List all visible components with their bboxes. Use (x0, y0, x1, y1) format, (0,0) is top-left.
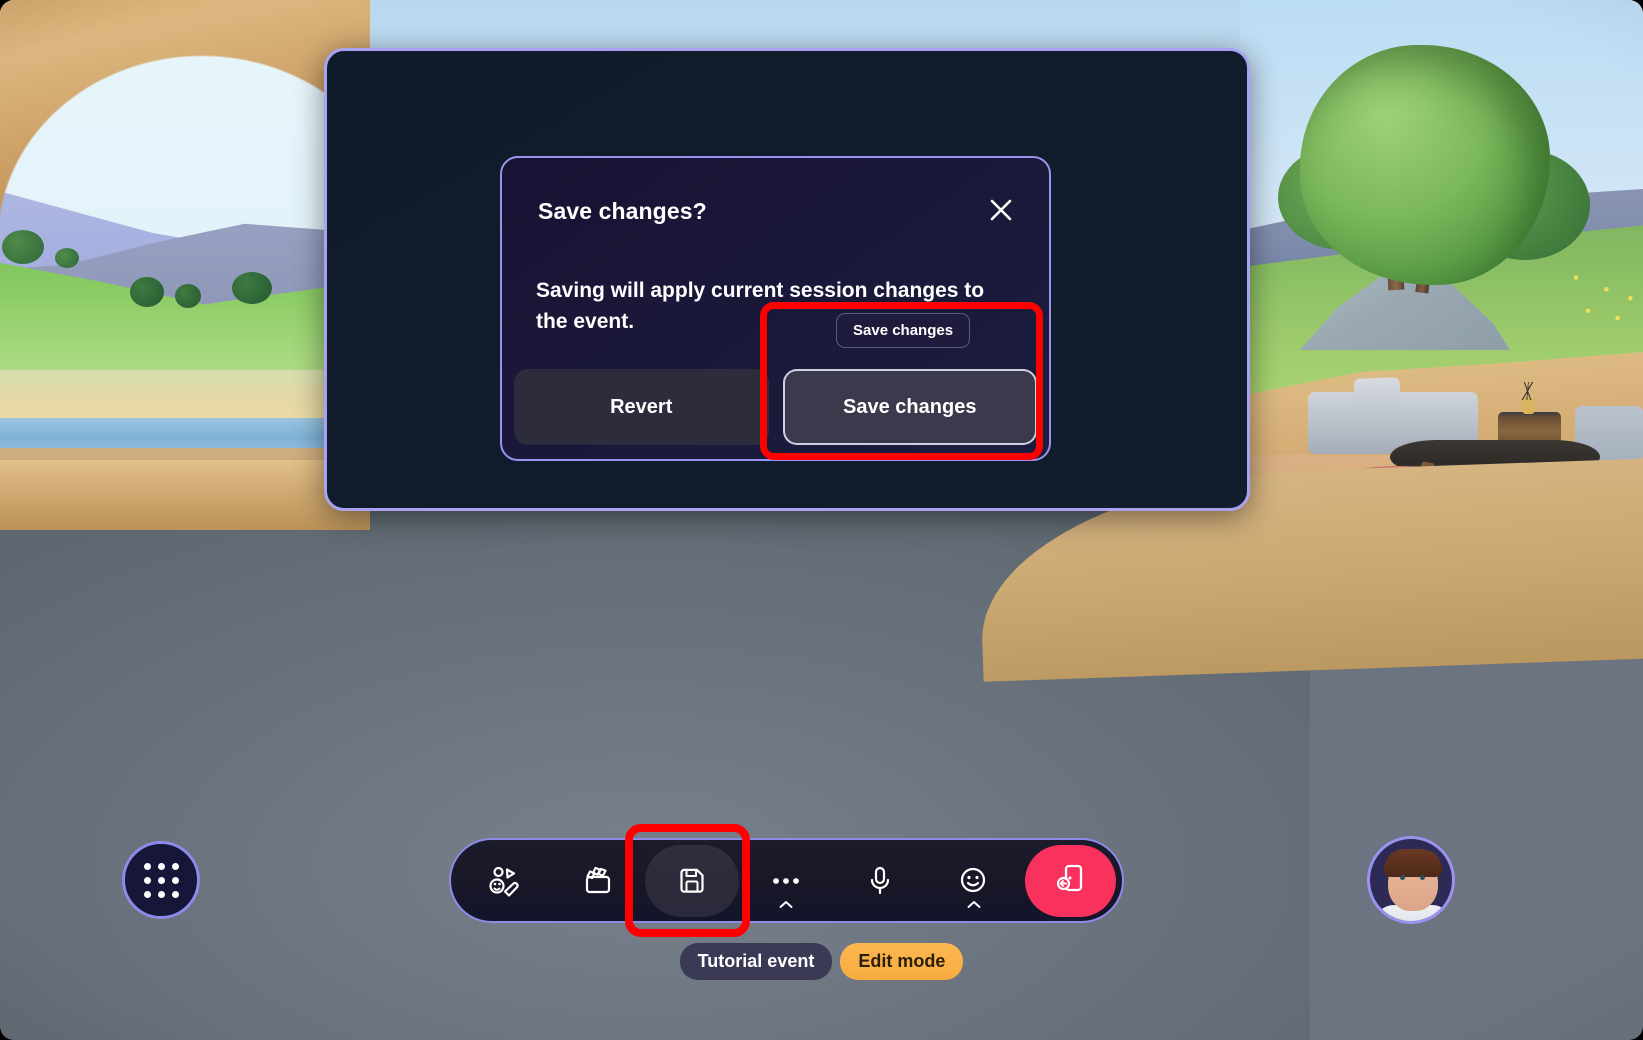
microphone-icon (865, 865, 895, 897)
more-button[interactable] (739, 845, 833, 917)
save-button[interactable] (645, 844, 739, 917)
sofa-cushion (1353, 377, 1401, 409)
stickers-button[interactable] (457, 845, 551, 917)
leave-door-icon (1055, 862, 1087, 899)
revert-button[interactable]: Revert (514, 369, 769, 445)
window-tree-1 (2, 230, 44, 264)
window-tree-3 (130, 277, 164, 307)
leave-button[interactable] (1025, 844, 1117, 917)
avatar-hair (1384, 849, 1442, 877)
pencil-cup (1522, 398, 1535, 414)
dialog-title: Save changes? (538, 198, 707, 224)
grid-dots-icon (143, 862, 179, 898)
window-tree-2 (55, 248, 79, 268)
window-shore (0, 448, 340, 510)
tree-canopy-main (1300, 45, 1550, 285)
bottom-toolbar (449, 838, 1124, 923)
event-name-pill: Tutorial event (679, 943, 833, 980)
chevron-up-icon (779, 900, 793, 909)
event-edit-panel: Save changes? Saving will apply current … (324, 48, 1250, 511)
more-ellipsis-icon (771, 875, 801, 887)
scenes-button[interactable] (551, 845, 645, 917)
wildflowers (1560, 255, 1640, 345)
window-landscape-view (0, 0, 340, 510)
reactions-button[interactable] (927, 845, 1021, 917)
window-tree-4 (175, 284, 201, 308)
app-grid-button[interactable] (122, 841, 200, 919)
save-changes-button[interactable]: Save changes (782, 369, 1037, 445)
close-icon[interactable] (981, 190, 1021, 230)
brushes (1520, 382, 1536, 400)
microphone-button[interactable] (833, 845, 927, 917)
screen: Save changes? Saving will apply current … (0, 0, 1643, 1040)
dialog-actions: Revert Save changes (514, 369, 1037, 445)
chevron-up-icon (967, 900, 981, 909)
avatar-eye-right (1420, 875, 1425, 880)
smiley-icon (958, 865, 990, 897)
edit-mode-pill: Edit mode (840, 943, 964, 980)
save-changes-dialog: Save changes? Saving will apply current … (500, 156, 1051, 461)
stickers-icon (487, 864, 521, 898)
window-tree-5 (232, 272, 272, 304)
save-changes-tooltip: Save changes (836, 313, 971, 348)
avatar-eye-left (1400, 875, 1405, 880)
save-disk-icon (676, 865, 708, 897)
clapperboard-icon (582, 865, 614, 897)
status-pills: Tutorial event Edit mode (0, 943, 1643, 980)
user-avatar[interactable] (1367, 836, 1455, 924)
